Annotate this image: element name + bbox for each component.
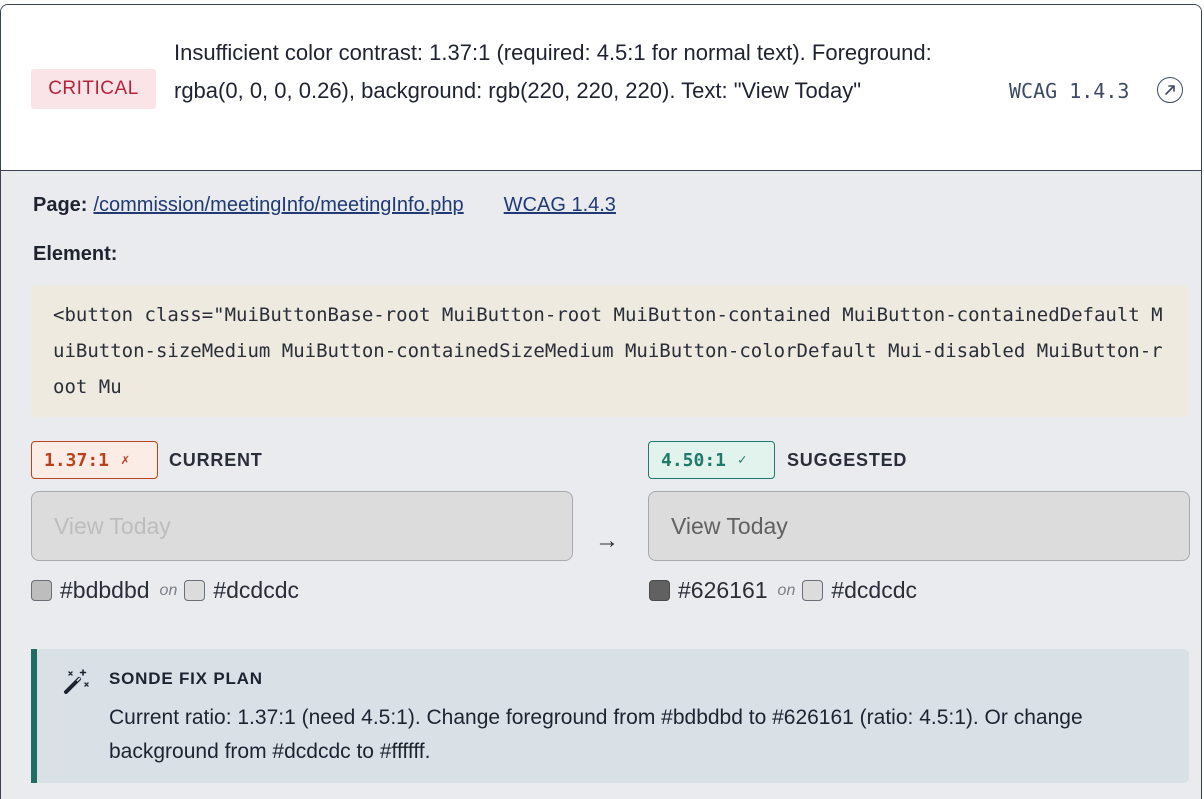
magic-wand-icon bbox=[64, 669, 89, 694]
current-bg: #dcdcdc bbox=[213, 577, 300, 603]
page-url-link[interactable]: /commission/meetingInfo/meetingInfo.php bbox=[93, 194, 463, 216]
suggested-label: SUGGESTED bbox=[787, 450, 908, 470]
external-link-button[interactable] bbox=[1157, 77, 1183, 103]
issue-card: CRITICAL Insufficient color contrast: 1.… bbox=[0, 4, 1202, 799]
fg-swatch bbox=[649, 580, 670, 601]
external-link-icon bbox=[1165, 85, 1175, 95]
element-code: <button class="MuiButtonBase-root MuiBut… bbox=[31, 285, 1189, 417]
current-fg: #bdbdbd bbox=[60, 577, 150, 603]
arrow-icon: → bbox=[595, 527, 619, 554]
suggested-ratio: 4.50:1 bbox=[661, 449, 727, 471]
suggested-preview: View Today bbox=[648, 491, 1190, 561]
current-ratio-badge: 1.37:1 ✗ bbox=[31, 441, 158, 479]
fix-plan: SONDE FIX PLAN Current ratio: 1.37:1 (ne… bbox=[31, 649, 1189, 783]
issue-details: Page:/commission/meetingInfo/meetingInfo… bbox=[1, 171, 1201, 799]
issue-message: Insufficient color contrast: 1.37:1 (req… bbox=[174, 40, 932, 103]
suggested-bg: #dcdcdc bbox=[831, 577, 918, 603]
element-label: Element: bbox=[33, 243, 118, 265]
current-preview: View Today bbox=[31, 491, 573, 561]
current-ratio: 1.37:1 bbox=[44, 449, 110, 471]
fg-swatch bbox=[31, 580, 52, 601]
bg-swatch bbox=[802, 580, 824, 601]
suggested-colors: #626161 on #dcdcdc bbox=[649, 577, 917, 604]
page-label: Page: bbox=[33, 194, 88, 216]
issue-header: CRITICAL Insufficient color contrast: 1.… bbox=[1, 5, 1201, 171]
fail-icon: ✗ bbox=[121, 452, 130, 468]
current-colors: #bdbdbd on #dcdcdc bbox=[31, 577, 299, 604]
wcag-criterion-tag: WCAG 1.4.3 bbox=[1009, 79, 1130, 103]
wcag-link[interactable]: WCAG 1.4.3 bbox=[504, 194, 616, 216]
on-word: on bbox=[159, 581, 178, 599]
suggested-ratio-badge: 4.50:1 ✓ bbox=[648, 441, 775, 479]
bg-swatch bbox=[184, 580, 206, 601]
page-row: Page:/commission/meetingInfo/meetingInfo… bbox=[33, 191, 616, 219]
current-label: CURRENT bbox=[169, 450, 263, 470]
severity-badge: CRITICAL bbox=[31, 69, 156, 109]
pass-icon: ✓ bbox=[738, 452, 747, 468]
on-word: on bbox=[777, 581, 796, 599]
suggested-fg: #626161 bbox=[678, 577, 768, 603]
fix-plan-title: SONDE FIX PLAN bbox=[109, 669, 263, 688]
fix-plan-text: Current ratio: 1.37:1 (need 4.5:1). Chan… bbox=[109, 706, 1083, 763]
